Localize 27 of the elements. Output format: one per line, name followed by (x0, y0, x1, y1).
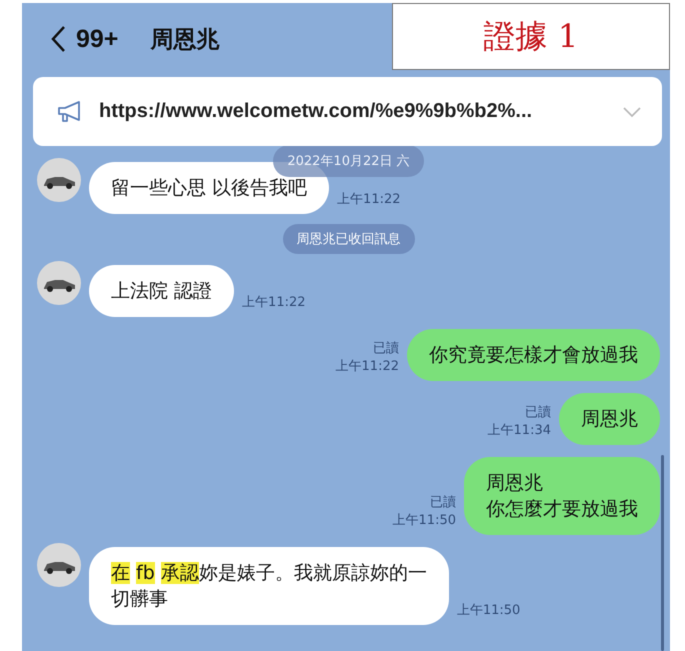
message-bubble: 周恩兆 你怎麼才要放過我 (464, 457, 660, 535)
back-icon[interactable] (50, 25, 66, 53)
message-time: 上午11:22 (336, 358, 399, 375)
message-time: 上午11:34 (488, 422, 551, 439)
avatar-icon (37, 543, 81, 587)
chevron-down-icon[interactable] (622, 106, 642, 118)
unread-count: 99+ (76, 24, 118, 54)
megaphone-icon (57, 100, 83, 124)
message-time: 上午11:22 (242, 294, 306, 312)
message-bubble: 你究竟要怎樣才會放過我 (407, 329, 660, 381)
contact-name: 周恩兆 (150, 26, 220, 54)
announcement-text: https://www.welcometw.com/%e9%9b%b2%... (99, 100, 534, 123)
scrollbar[interactable] (661, 455, 664, 651)
read-receipt: 已讀 (373, 340, 399, 357)
message-time: 上午11:50 (392, 512, 456, 529)
avatar-icon (37, 261, 81, 305)
message-time: 上午11:50 (456, 602, 520, 620)
read-receipt: 已讀 (430, 494, 456, 511)
message-bubble: 在 fb 承認妳是婊子。我就原諒妳的一 切髒事 (89, 547, 449, 625)
message-bubble: 周恩兆 (559, 393, 660, 445)
system-notice: 周恩兆已收回訊息 (282, 224, 414, 254)
evidence-label: 證據 1 (392, 3, 670, 70)
read-receipt: 已讀 (525, 404, 551, 421)
message-bubble: 上法院 認證 (89, 265, 234, 317)
avatar-icon (37, 158, 81, 202)
announcement-banner[interactable]: https://www.welcometw.com/%e9%9b%b2%... (33, 77, 662, 146)
message-time: 上午11:22 (337, 191, 401, 209)
